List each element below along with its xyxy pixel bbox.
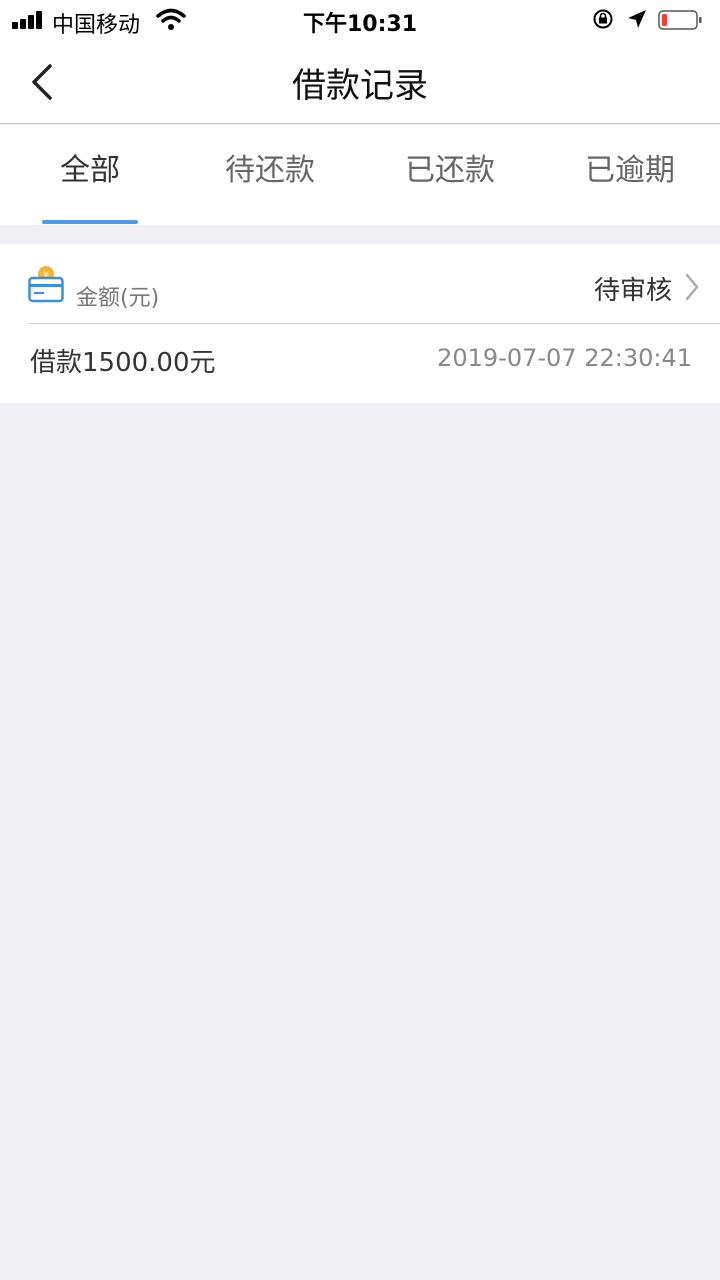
record-timestamp: 2019-07-07 22:30:41: [437, 344, 692, 372]
nav-bar: 借款记录: [0, 40, 720, 124]
tab-repaid[interactable]: 已还款: [360, 125, 540, 225]
tab-all[interactable]: 全部: [0, 125, 180, 225]
chevron-right-icon: [685, 273, 699, 301]
page-title: 借款记录: [292, 66, 428, 106]
battery-icon: [658, 10, 702, 30]
tab-pending-repayment[interactable]: 待还款: [180, 125, 360, 225]
loan-amount: 借款1500.00元: [30, 348, 216, 378]
active-tab-indicator: [42, 220, 138, 224]
status-bar: 中国移动 下午10:31: [0, 0, 720, 40]
divider: [28, 323, 720, 324]
orientation-lock-icon: [593, 9, 613, 29]
loan-record-card[interactable]: ¥ 金额(元) 待审核 借款1500.00元 2019-07-07 22:30:…: [0, 244, 720, 403]
tab-bar: 全部 待还款 已还款 已逾期: [0, 125, 720, 225]
tab-overdue[interactable]: 已逾期: [540, 125, 720, 225]
location-icon: [628, 10, 646, 28]
money-card-icon: ¥: [28, 266, 64, 303]
amount-label: 金额(元): [76, 286, 160, 311]
status-badge: 待审核: [593, 276, 672, 306]
